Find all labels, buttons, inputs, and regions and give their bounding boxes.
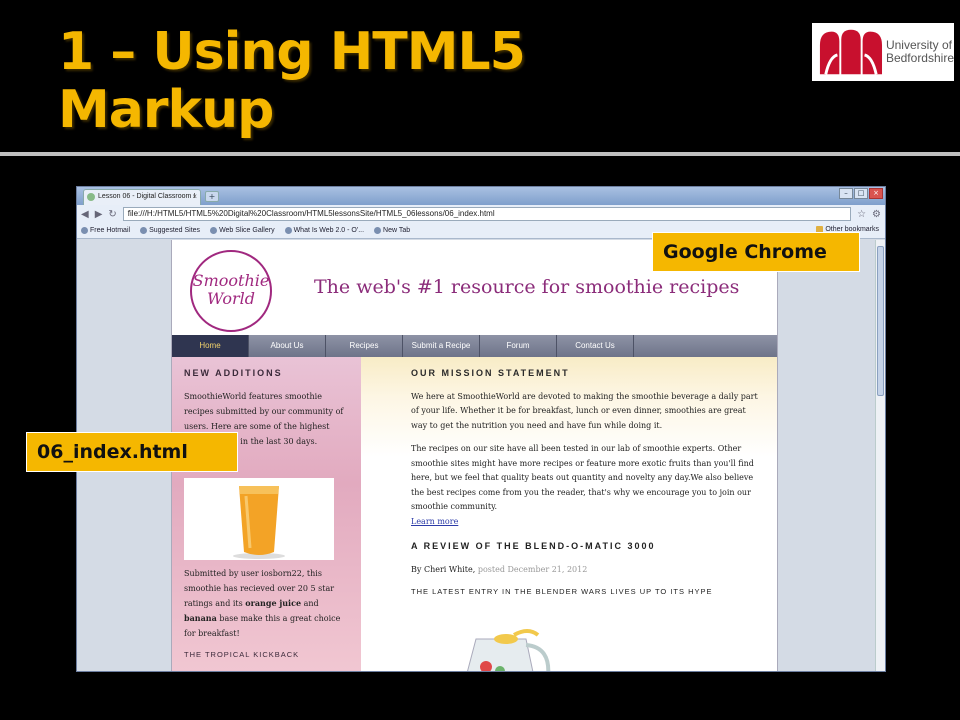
bookmark-favicon-icon: [374, 227, 382, 234]
nav-contact-us[interactable]: Contact Us: [557, 335, 634, 357]
logo-word-1: Smoothie: [192, 271, 270, 290]
nav-home[interactable]: Home: [172, 335, 249, 357]
nav-about-us[interactable]: About Us: [249, 335, 326, 357]
nav-forum[interactable]: Forum: [480, 335, 557, 357]
browser-tab[interactable]: Lesson 06 - Digital Classroom I ×: [83, 189, 201, 205]
bookmark-label: Free Hotmail: [90, 227, 131, 234]
new-tab-button[interactable]: +: [205, 191, 219, 202]
bookmark-item[interactable]: Web Slice Gallery: [210, 227, 275, 234]
nav-recipes[interactable]: Recipes: [326, 335, 403, 357]
close-window-icon[interactable]: ×: [869, 188, 883, 199]
mission-paragraph-1: We here at SmoothieWorld are devoted to …: [411, 391, 758, 430]
learn-more-link[interactable]: Learn more: [411, 515, 761, 530]
blender-image: [467, 629, 551, 671]
slide-title-line2: Markup: [58, 80, 274, 140]
orange-juice-image: [184, 478, 334, 560]
slide-title: 1 – Using HTML5 Markup: [58, 22, 526, 140]
sidebar: NEW ADDITIONS SmoothieWorld features smo…: [172, 357, 361, 671]
bookmark-star-icon[interactable]: ☆: [857, 209, 866, 220]
item-bold-banana: banana: [184, 613, 217, 623]
mission-paragraph-2: The recipes on our site have all been te…: [411, 444, 754, 511]
address-bar[interactable]: file:///H:/HTML5/HTML5%20Digital%20Class…: [122, 207, 852, 221]
scrollbar-thumb[interactable]: [877, 246, 884, 396]
byline-date: posted December 21, 2012: [477, 564, 588, 574]
browser-tab-title: Lesson 06 - Digital Classroom I: [98, 193, 196, 200]
review-byline: By Cheri White, posted December 21, 2012: [411, 563, 761, 578]
back-arrow-icon[interactable]: ◀: [81, 209, 89, 220]
bookmark-favicon-icon: [81, 227, 88, 234]
bookmark-favicon-icon: [210, 227, 218, 234]
site-nav: Home About Us Recipes Submit a Recipe Fo…: [172, 335, 777, 357]
nav-submit-recipe[interactable]: Submit a Recipe: [403, 335, 480, 357]
minimize-icon[interactable]: –: [839, 188, 853, 199]
item-text-b: and: [301, 599, 319, 608]
bookmark-item[interactable]: Free Hotmail: [81, 227, 130, 234]
university-logo: University of Bedfordshire: [812, 23, 954, 81]
mission-heading: OUR MISSION STATEMENT: [411, 368, 570, 378]
bookmark-item[interactable]: What Is Web 2.0 - O'...: [284, 227, 365, 234]
bookmark-label: Suggested Sites: [149, 227, 201, 234]
sidebar-item2-title: THE TROPICAL KICKBACK: [184, 650, 300, 659]
smoothieworld-page: Smoothie World The web's #1 resource for…: [171, 240, 778, 671]
index-file-callout: 06_index.html: [26, 432, 238, 472]
sidebar-heading: NEW ADDITIONS: [184, 368, 283, 378]
juice-glass-icon: [233, 486, 285, 559]
bookmark-label: New Tab: [383, 227, 411, 234]
main-content: OUR MISSION STATEMENT We here at Smoothi…: [361, 357, 777, 671]
browser-tab-strip: Lesson 06 - Digital Classroom I × + – □ …: [77, 187, 885, 205]
google-chrome-callout: Google Chrome: [652, 232, 860, 272]
byline-author: By Cheri White,: [411, 564, 476, 574]
page-scrollbar[interactable]: [875, 240, 885, 671]
window-controls: – □ ×: [839, 188, 883, 199]
slide-title-line1: 1 – Using HTML5: [58, 22, 526, 82]
review-subheading: THE LATEST ENTRY IN THE BLENDER WARS LIV…: [411, 587, 713, 596]
browser-toolbar: ◀ ▶ ↻ file:///H:/HTML5/HTML5%20Digital%2…: [77, 205, 885, 223]
reload-icon[interactable]: ↻: [108, 209, 116, 220]
bedfordshire-logo-mark: [819, 29, 883, 75]
bookmark-item[interactable]: Suggested Sites: [140, 227, 200, 234]
page-favicon-icon: [87, 193, 95, 201]
bookmark-favicon-icon: [140, 227, 148, 234]
item-bold-orange-juice: orange juice: [245, 598, 302, 608]
sidebar-item-text: Submitted by user iosborn22, this smooth…: [184, 566, 349, 641]
logo-word-2: World: [207, 289, 255, 308]
close-tab-icon[interactable]: ×: [192, 190, 197, 204]
maximize-icon[interactable]: □: [854, 188, 868, 199]
wrench-icon[interactable]: ⚙: [872, 209, 881, 220]
forward-arrow-icon[interactable]: ▶: [95, 209, 103, 220]
bookmark-label: Web Slice Gallery: [219, 227, 275, 234]
review-heading: A REVIEW OF THE BLEND-O-MATIC 3000: [411, 541, 656, 551]
site-tagline: The web's #1 resource for smoothie recip…: [314, 276, 740, 298]
bookmark-label: What Is Web 2.0 - O'...: [293, 227, 365, 234]
logo-text-line2: Bedfordshire: [885, 51, 954, 65]
bookmark-item[interactable]: New Tab: [374, 227, 410, 234]
bookmark-favicon-icon: [284, 227, 292, 234]
title-divider: [0, 152, 960, 156]
smoothieworld-logo[interactable]: Smoothie World: [190, 250, 272, 332]
